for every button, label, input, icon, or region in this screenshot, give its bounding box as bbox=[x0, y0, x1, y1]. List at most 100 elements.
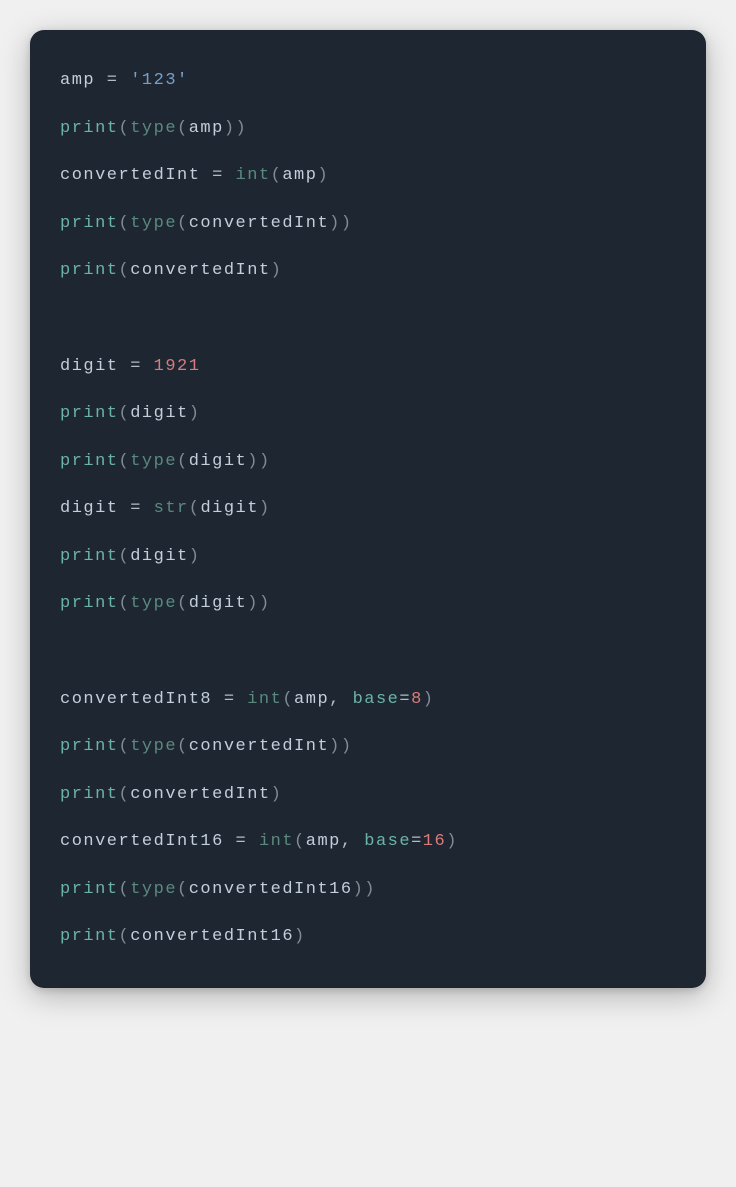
code-line: print(convertedInt) bbox=[60, 782, 676, 808]
paren: ) bbox=[364, 880, 376, 899]
code-line: print(digit) bbox=[60, 544, 676, 570]
code-line: convertedInt = int(amp) bbox=[60, 163, 676, 189]
variable-name: convertedInt16 bbox=[189, 880, 353, 899]
paren: ( bbox=[177, 214, 189, 233]
paren: ) bbox=[259, 499, 271, 518]
function-call: print bbox=[60, 119, 119, 138]
paren: ( bbox=[119, 737, 131, 756]
function-call: print bbox=[60, 785, 119, 804]
variable-name: convertedInt bbox=[130, 261, 270, 280]
code-line: print(convertedInt16) bbox=[60, 924, 676, 950]
paren: ) bbox=[423, 690, 435, 709]
code-line: amp = '123' bbox=[60, 68, 676, 94]
paren: ) bbox=[329, 737, 341, 756]
builtin-type: type bbox=[130, 594, 177, 613]
code-line: print(type(amp)) bbox=[60, 116, 676, 142]
paren: ( bbox=[119, 927, 131, 946]
paren: ( bbox=[189, 499, 201, 518]
builtin-type: type bbox=[130, 737, 177, 756]
paren: ( bbox=[119, 404, 131, 423]
builtin-type: type bbox=[130, 880, 177, 899]
function-call: print bbox=[60, 880, 119, 899]
paren: ( bbox=[119, 594, 131, 613]
paren: ( bbox=[119, 785, 131, 804]
paren: ) bbox=[224, 119, 236, 138]
paren: ( bbox=[119, 880, 131, 899]
paren: ( bbox=[119, 261, 131, 280]
variable-name: convertedInt bbox=[189, 214, 329, 233]
function-call: print bbox=[60, 927, 119, 946]
builtin-type: type bbox=[130, 452, 177, 471]
variable-name: amp bbox=[60, 71, 95, 90]
variable-name: digit bbox=[60, 499, 119, 518]
paren: ) bbox=[247, 452, 259, 471]
number-literal: 8 bbox=[411, 690, 423, 709]
code-line: digit = str(digit) bbox=[60, 496, 676, 522]
string-literal: '123' bbox=[130, 71, 189, 90]
comma: , bbox=[329, 690, 352, 709]
variable-name: amp bbox=[306, 832, 341, 851]
builtin-int: int bbox=[259, 832, 294, 851]
paren: ( bbox=[177, 119, 189, 138]
function-call: print bbox=[60, 404, 119, 423]
paren: ) bbox=[341, 214, 353, 233]
paren: ) bbox=[189, 404, 201, 423]
paren: ( bbox=[119, 452, 131, 471]
variable-name: convertedInt16 bbox=[60, 832, 224, 851]
paren: ) bbox=[341, 737, 353, 756]
paren: ) bbox=[259, 594, 271, 613]
variable-name: convertedInt8 bbox=[60, 690, 212, 709]
code-line: print(type(convertedInt)) bbox=[60, 734, 676, 760]
number-literal: 16 bbox=[423, 832, 446, 851]
paren: ( bbox=[271, 166, 283, 185]
paren: ) bbox=[271, 785, 283, 804]
variable-name: digit bbox=[200, 499, 259, 518]
code-line: print(type(convertedInt16)) bbox=[60, 877, 676, 903]
code-line: print(type(convertedInt)) bbox=[60, 211, 676, 237]
paren: ) bbox=[189, 547, 201, 566]
paren: ) bbox=[247, 594, 259, 613]
code-block: amp = '123' print(type(amp)) convertedIn… bbox=[30, 30, 706, 988]
variable-name: convertedInt16 bbox=[130, 927, 294, 946]
keyword-arg: base bbox=[353, 690, 400, 709]
function-call: print bbox=[60, 737, 119, 756]
builtin-int: int bbox=[247, 690, 282, 709]
paren: ( bbox=[294, 832, 306, 851]
assign-op: = bbox=[212, 690, 247, 709]
variable-name: convertedInt bbox=[130, 785, 270, 804]
builtin-str: str bbox=[154, 499, 189, 518]
code-line: convertedInt16 = int(amp, base=16) bbox=[60, 829, 676, 855]
paren: ( bbox=[119, 214, 131, 233]
paren: ( bbox=[119, 547, 131, 566]
builtin-type: type bbox=[130, 214, 177, 233]
assign-op: = bbox=[95, 71, 130, 90]
function-call: print bbox=[60, 261, 119, 280]
paren: ( bbox=[177, 880, 189, 899]
number-literal: 1921 bbox=[154, 357, 201, 376]
variable-name: digit bbox=[130, 404, 189, 423]
function-call: print bbox=[60, 452, 119, 471]
variable-name: digit bbox=[189, 594, 248, 613]
equals: = bbox=[399, 690, 411, 709]
assign-op: = bbox=[119, 499, 154, 518]
builtin-type: type bbox=[130, 119, 177, 138]
code-line: print(convertedInt) bbox=[60, 258, 676, 284]
variable-name: convertedInt bbox=[60, 166, 200, 185]
assign-op: = bbox=[119, 357, 154, 376]
paren: ) bbox=[446, 832, 458, 851]
keyword-arg: base bbox=[364, 832, 411, 851]
paren: ) bbox=[294, 927, 306, 946]
code-line: print(type(digit)) bbox=[60, 449, 676, 475]
builtin-int: int bbox=[236, 166, 271, 185]
paren: ( bbox=[177, 594, 189, 613]
variable-name: amp bbox=[294, 690, 329, 709]
code-line: print(digit) bbox=[60, 401, 676, 427]
comma: , bbox=[341, 832, 364, 851]
variable-name: amp bbox=[189, 119, 224, 138]
paren: ( bbox=[282, 690, 294, 709]
paren: ) bbox=[236, 119, 248, 138]
paren: ) bbox=[353, 880, 365, 899]
paren: ( bbox=[177, 737, 189, 756]
code-line: convertedInt8 = int(amp, base=8) bbox=[60, 687, 676, 713]
equals: = bbox=[411, 832, 423, 851]
